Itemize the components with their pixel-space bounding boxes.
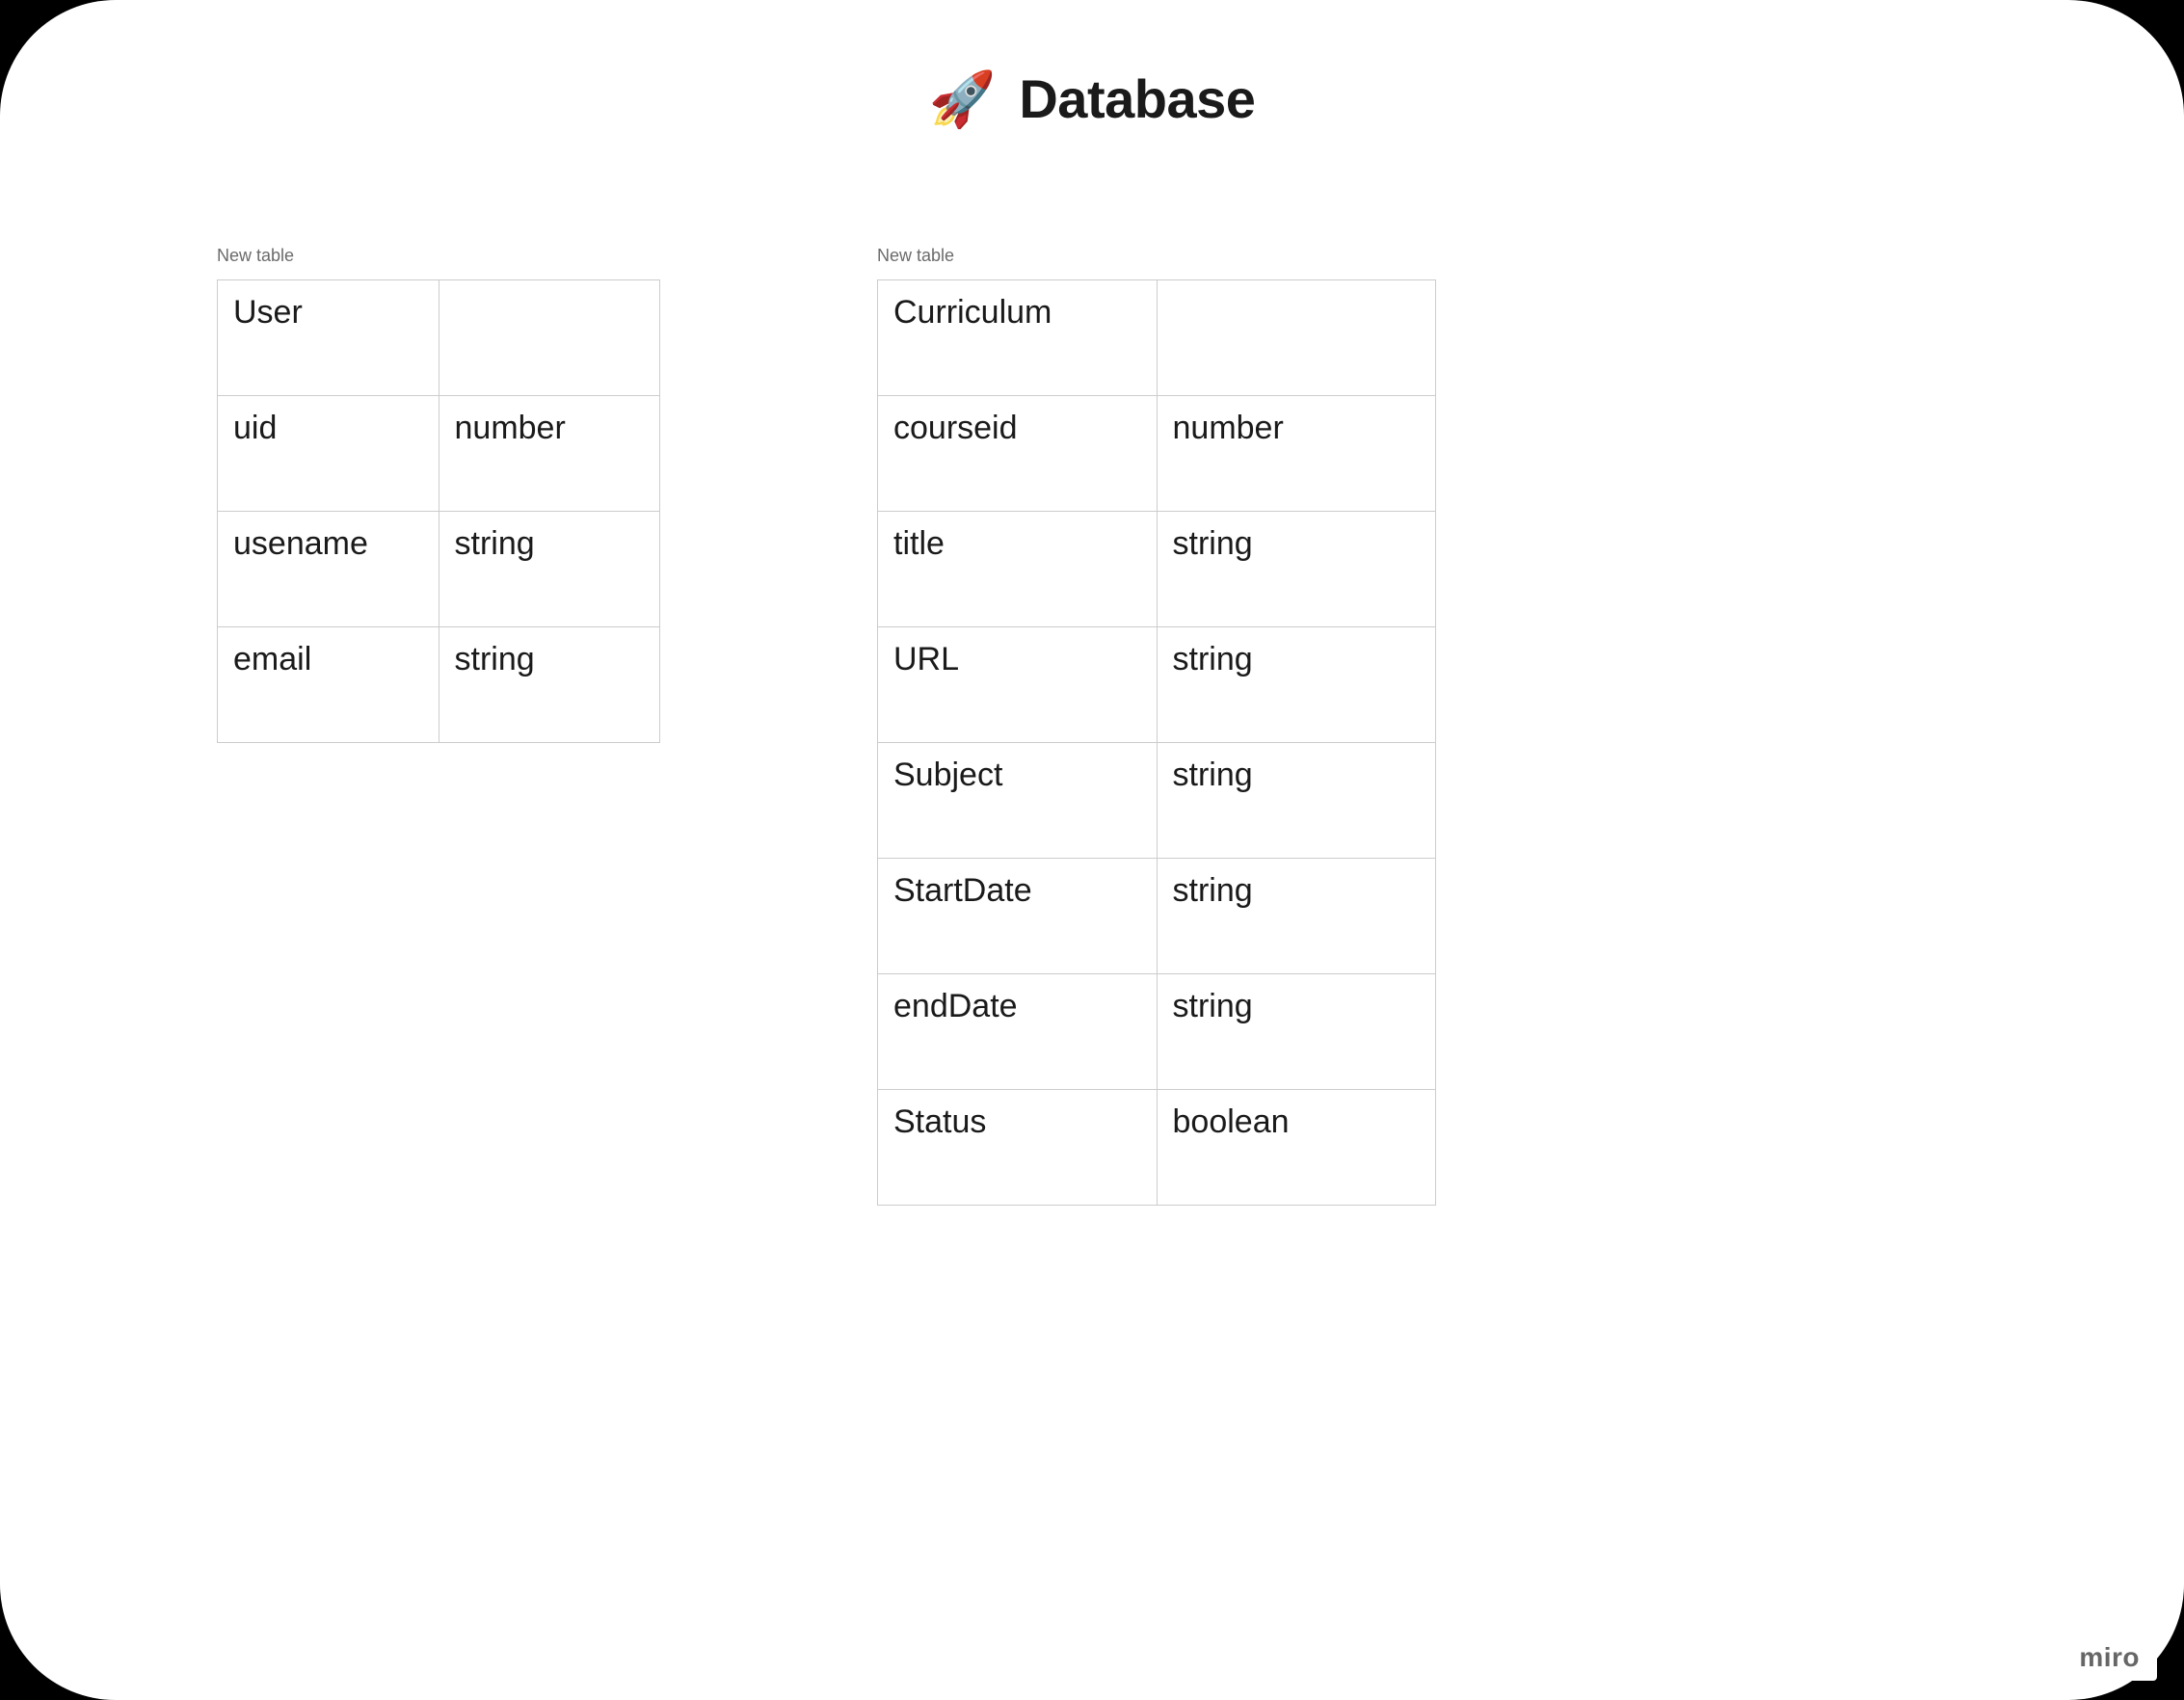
table-empty-cell[interactable] [439,280,660,396]
table-row[interactable]: Status boolean [878,1090,1436,1206]
table-curriculum[interactable]: New table Curriculum courseid number tit… [877,246,1436,1206]
table-caption: New table [217,246,660,266]
column-type-cell[interactable]: string [1157,627,1436,743]
schema-table[interactable]: Curriculum courseid number title string … [877,279,1436,1206]
page-title-row: 🚀 Database [929,67,1256,130]
miro-brand: miro [2062,1634,2157,1681]
table-row[interactable]: courseid number [878,396,1436,512]
column-type-cell[interactable]: number [439,396,660,512]
column-name-cell[interactable]: uid [218,396,439,512]
table-row[interactable]: StartDate string [878,859,1436,974]
table-name-cell[interactable]: Curriculum [878,280,1158,396]
schema-table[interactable]: User uid number usename string email str… [217,279,660,743]
canvas[interactable]: 🚀 Database New table User uid number use… [0,0,2184,1700]
table-header-row[interactable]: Curriculum [878,280,1436,396]
table-user[interactable]: New table User uid number usename string… [217,246,660,743]
table-row[interactable]: URL string [878,627,1436,743]
table-row[interactable]: Subject string [878,743,1436,859]
table-empty-cell[interactable] [1157,280,1436,396]
column-type-cell[interactable]: string [1157,743,1436,859]
column-name-cell[interactable]: email [218,627,439,743]
column-type-cell[interactable]: boolean [1157,1090,1436,1206]
table-row[interactable]: email string [218,627,660,743]
column-name-cell[interactable]: courseid [878,396,1158,512]
column-type-cell[interactable]: string [1157,974,1436,1090]
column-type-cell[interactable]: string [1157,512,1436,627]
table-caption: New table [877,246,1436,266]
table-row[interactable]: uid number [218,396,660,512]
column-name-cell[interactable]: Subject [878,743,1158,859]
column-name-cell[interactable]: endDate [878,974,1158,1090]
table-row[interactable]: title string [878,512,1436,627]
column-type-cell[interactable]: number [1157,396,1436,512]
column-type-cell[interactable]: string [439,627,660,743]
column-name-cell[interactable]: title [878,512,1158,627]
column-type-cell[interactable]: string [1157,859,1436,974]
column-name-cell[interactable]: usename [218,512,439,627]
column-name-cell[interactable]: StartDate [878,859,1158,974]
column-name-cell[interactable]: Status [878,1090,1158,1206]
page-title: Database [1019,67,1255,130]
table-row[interactable]: endDate string [878,974,1436,1090]
rocket-icon: 🚀 [929,72,997,126]
column-type-cell[interactable]: string [439,512,660,627]
column-name-cell[interactable]: URL [878,627,1158,743]
table-row[interactable]: usename string [218,512,660,627]
table-name-cell[interactable]: User [218,280,439,396]
table-header-row[interactable]: User [218,280,660,396]
